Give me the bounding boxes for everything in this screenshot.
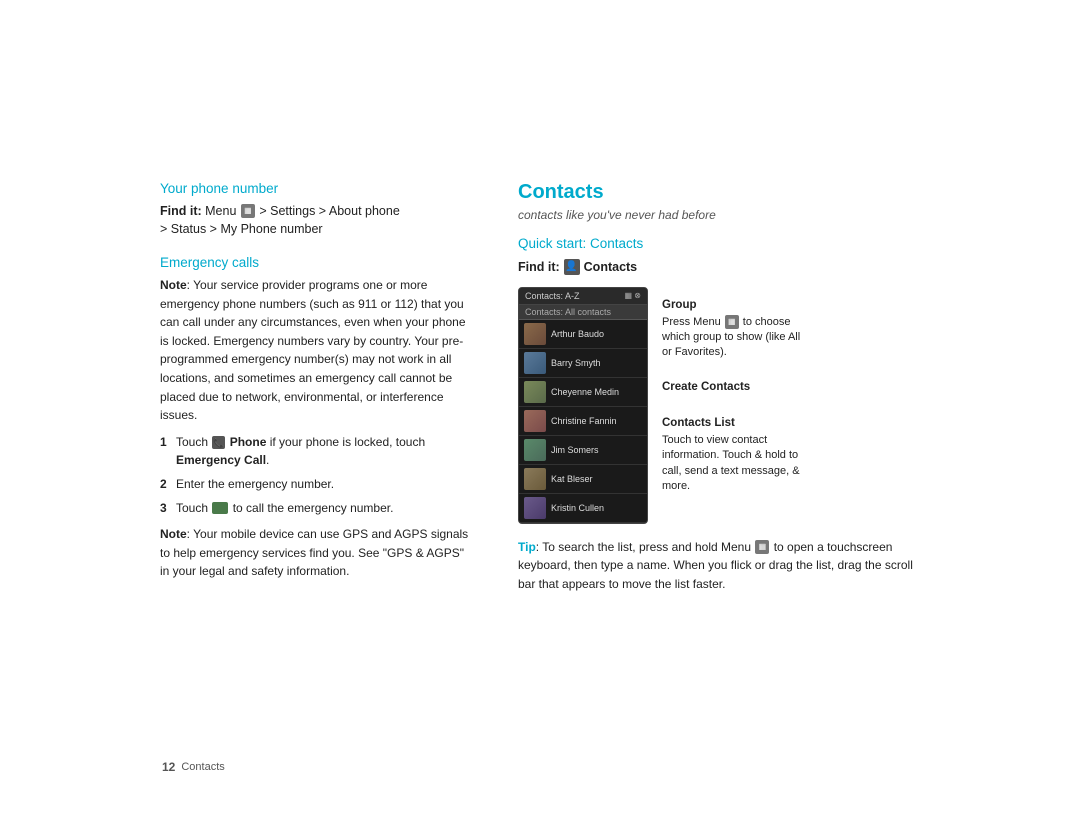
menu-icon-group: ▦ (725, 315, 739, 329)
page-footer: 12 Contacts (162, 760, 225, 774)
green-phone-icon (212, 502, 228, 514)
phone-screen: Contacts: A-Z ▦ ⊗ Contacts: All contacts… (518, 287, 648, 524)
contact-item-6: Kat Bleser (519, 465, 647, 494)
step-2-text: Enter the emergency number. (176, 475, 470, 494)
note-bold: Note (160, 278, 187, 292)
find-contacts-line: Find it: 👤 Contacts (518, 259, 920, 275)
annotations: Group Press Menu ▦ to choose which group… (662, 287, 802, 495)
contact-name-6: Kat Bleser (551, 474, 642, 484)
steps-list: 1 Touch Phone if your phone is locked, t… (160, 433, 470, 517)
page-number: 12 (162, 760, 175, 774)
contact-name-1: Arthur Baudo (551, 329, 642, 339)
contacts-list-text: Touch to view contact information. Touch… (662, 433, 802, 495)
step-num-1: 1 (160, 433, 170, 452)
step-1: 1 Touch Phone if your phone is locked, t… (160, 433, 470, 470)
phone-number-section: Your phone number Find it: Menu ▦ > Sett… (160, 181, 470, 240)
find-it-label-right: Find it: (518, 260, 560, 274)
contact-item-2: Barry Smyth (519, 349, 647, 378)
page: Your phone number Find it: Menu ▦ > Sett… (0, 0, 1080, 834)
group-title: Group (662, 297, 802, 313)
status-path: > Status > My Phone number (160, 222, 323, 236)
page-label: Contacts (181, 761, 224, 773)
contact-name-3: Cheyenne Medin (551, 387, 642, 397)
avatar-7 (524, 497, 546, 519)
contacts-screenshot: Contacts: A-Z ▦ ⊗ Contacts: All contacts… (518, 287, 920, 524)
note-2: Note: Your mobile device can use GPS and… (160, 525, 470, 581)
step-num-3: 3 (160, 499, 170, 518)
contact-name-7: Kristin Cullen (551, 503, 642, 513)
tip-section: Tip: To search the list, press and hold … (518, 538, 920, 594)
step-num-2: 2 (160, 475, 170, 494)
phone-header-text: Contacts: A-Z (525, 291, 580, 301)
find-it-line: Find it: Menu ▦ > Settings > About phone… (160, 202, 470, 240)
avatar-5 (524, 439, 546, 461)
contact-item-7: Kristin Cullen (519, 494, 647, 523)
contacts-tagline: contacts like you've never had before (518, 208, 920, 222)
avatar-6 (524, 468, 546, 490)
emergency-calls-section: Emergency calls Note: Your service provi… (160, 255, 470, 581)
tip-label: Tip (518, 540, 536, 554)
step-1-text: Touch Phone if your phone is locked, tou… (176, 433, 470, 470)
menu-icon: ▦ (241, 204, 255, 218)
contact-item-4: Christine Fannin (519, 407, 647, 436)
phone-header: Contacts: A-Z ▦ ⊗ (519, 288, 647, 305)
step-2: 2 Enter the emergency number. (160, 475, 470, 494)
contact-name-4: Christine Fannin (551, 416, 642, 426)
avatar-1 (524, 323, 546, 345)
contact-item-5: Jim Somers (519, 436, 647, 465)
create-contacts-title: Create Contacts (662, 379, 802, 395)
quick-start-title: Quick start: Contacts (518, 236, 920, 251)
note2-bold: Note (160, 527, 187, 541)
contacts-title: Contacts (518, 181, 920, 204)
contact-name-5: Jim Somers (551, 445, 642, 455)
group-annotation: Group Press Menu ▦ to choose which group… (662, 297, 802, 361)
phone-icon (212, 436, 225, 449)
create-contacts-annotation: Create Contacts (662, 379, 802, 397)
menu-text: Menu ▦ (205, 204, 259, 218)
contact-item-1: Arthur Baudo (519, 320, 647, 349)
contacts-list-annotation: Contacts List Touch to view contact info… (662, 415, 802, 495)
settings-path: > Settings > About phone (259, 204, 399, 218)
phone-header-icons: ▦ ⊗ (625, 291, 641, 300)
menu-icon-tip: ▦ (755, 540, 769, 554)
group-text: Press Menu ▦ to choose which group to sh… (662, 315, 802, 361)
avatar-4 (524, 410, 546, 432)
contacts-label: Contacts (584, 260, 637, 274)
phone-screen-inner: Arthur Baudo Barry Smyth Cheyenne Medin (519, 320, 647, 523)
step-3: 3 Touch to call the emergency number. (160, 499, 470, 518)
step-3-text: Touch to call the emergency number. (176, 499, 470, 518)
contact-name-2: Barry Smyth (551, 358, 642, 368)
contacts-list-title: Contacts List (662, 415, 802, 431)
emergency-note: Note: Your service provider programs one… (160, 276, 470, 425)
contacts-subtitle: Contacts: All contacts (519, 305, 647, 320)
left-column: Your phone number Find it: Menu ▦ > Sett… (160, 181, 470, 589)
right-column: Contacts contacts like you've never had … (518, 181, 920, 594)
tip-text: : To search the list, press and hold Men… (518, 540, 913, 591)
contact-item-3: Cheyenne Medin (519, 378, 647, 407)
phone-number-title: Your phone number (160, 181, 470, 196)
emergency-calls-title: Emergency calls (160, 255, 470, 270)
avatar-3 (524, 381, 546, 403)
find-it-label: Find it: (160, 204, 202, 218)
content-area: Your phone number Find it: Menu ▦ > Sett… (160, 181, 920, 594)
avatar-2 (524, 352, 546, 374)
person-icon: 👤 (564, 259, 580, 275)
